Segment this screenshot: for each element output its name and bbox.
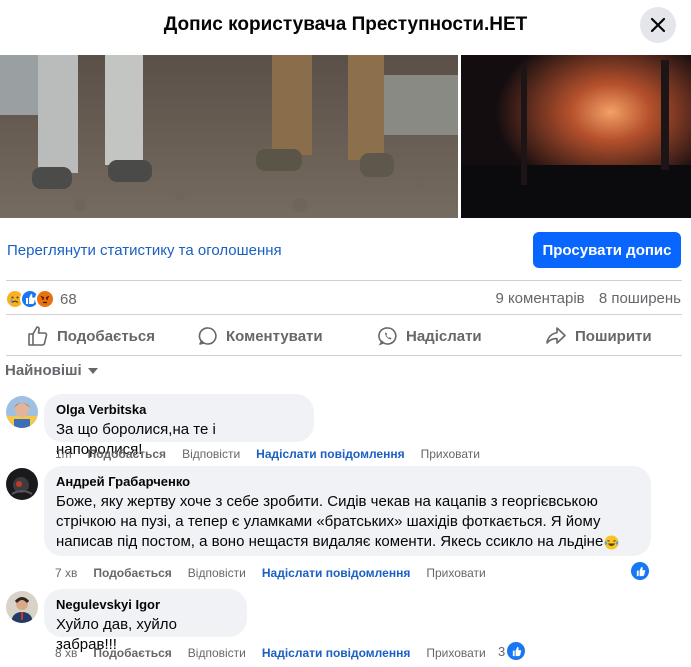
share-action-label: Поширити: [575, 327, 652, 345]
divider: [6, 314, 682, 315]
comment-like-badge-icon[interactable]: [631, 562, 649, 580]
comment-actions: 1m Подобається Відповісти Надіслати пові…: [55, 447, 496, 461]
comment-send-message-link[interactable]: Надіслати повідомлення: [256, 447, 404, 461]
post-photo-fire[interactable]: [461, 55, 691, 218]
reaction-count: 68: [60, 290, 77, 308]
post-photo-people[interactable]: [0, 55, 458, 218]
comment-reply-button[interactable]: Відповісти: [182, 447, 240, 461]
close-button[interactable]: [640, 7, 676, 43]
comment-action-button[interactable]: Коментувати: [198, 322, 323, 350]
comment-like-badge-icon[interactable]: [507, 642, 525, 660]
close-icon: [650, 17, 666, 33]
avatar[interactable]: [6, 468, 38, 500]
comment-send-message-link[interactable]: Надіслати повідомлення: [262, 566, 410, 580]
comment-author[interactable]: Андрей Грабарченко: [56, 474, 639, 490]
comment-actions: 7 хв Подобається Відповісти Надіслати по…: [55, 566, 502, 580]
comment-like-count: 3: [498, 644, 506, 659]
like-action-label: Подобається: [57, 327, 155, 345]
comment-actions: 8 хв Подобається Відповісти Надіслати по…: [55, 646, 502, 660]
send-action-label: Надіслати: [406, 327, 482, 345]
thumbs-up-icon: [28, 326, 48, 346]
comment-reply-button[interactable]: Відповісти: [188, 646, 246, 660]
comment-bubble: Negulevskyi Igor Хуйло дав, хуйло забрав…: [44, 589, 247, 653]
boost-post-button[interactable]: Просувати допис: [533, 232, 681, 268]
comment-text: Боже, яку жертву хоче з себе зробити. Си…: [56, 492, 639, 552]
comment-time[interactable]: 8 хв: [55, 646, 77, 660]
comment-time[interactable]: 7 хв: [55, 566, 77, 580]
comment-like-button[interactable]: Подобається: [93, 646, 171, 660]
post-photos: [0, 55, 691, 218]
laughing-emoji-icon: [604, 535, 619, 550]
divider: [6, 355, 682, 356]
comment-like-button[interactable]: Подобається: [93, 566, 171, 580]
dialog-header: Допис користувача Преступности.НЕТ: [0, 0, 691, 54]
comment-hide-button[interactable]: Приховати: [426, 646, 485, 660]
comment-text-line: Боже, яку жертву хоче з себе зробити. Си…: [56, 493, 598, 510]
whatsapp-icon: [378, 327, 397, 346]
comment-author[interactable]: Olga Verbitska: [56, 402, 302, 418]
avatar[interactable]: [6, 396, 38, 428]
comment-text-line: написав під постом, а воно нещастя видал…: [56, 532, 639, 552]
comment-reply-button[interactable]: Відповісти: [188, 566, 246, 580]
reactions-summary[interactable]: 68: [5, 288, 77, 310]
sort-label: Найновіші: [5, 362, 82, 379]
comment-time[interactable]: 1m: [55, 447, 72, 461]
comment-like-button[interactable]: Подобається: [88, 447, 166, 461]
comment-send-message-link[interactable]: Надіслати повідомлення: [262, 646, 410, 660]
like-action-button[interactable]: Подобається: [27, 322, 155, 350]
comment-text-line: стрічкою на пузі, а тепер є уламками «бр…: [56, 513, 601, 530]
comment-sort-dropdown[interactable]: Найновіші: [5, 362, 98, 379]
stats-link[interactable]: Переглянути статистику та оголошення: [7, 242, 282, 259]
engagement-counts: 9 коментарів 8 поширень: [495, 290, 681, 307]
angry-reaction-icon: [35, 289, 55, 309]
comment-hide-button[interactable]: Приховати: [426, 566, 485, 580]
comment-icon: [198, 327, 217, 345]
share-icon: [546, 327, 566, 344]
share-action-button[interactable]: Поширити: [545, 322, 652, 350]
dialog-title: Допис користувача Преступности.НЕТ: [163, 14, 528, 35]
comment-bubble: Андрей Грабарченко Боже, яку жертву хоче…: [44, 466, 651, 556]
caret-down-icon: [87, 367, 98, 374]
comment-bubble: Olga Verbitska За що боролися,на те і на…: [44, 394, 314, 458]
avatar[interactable]: [6, 591, 38, 623]
comment-text-line-content: написав під постом, а воно нещастя видал…: [56, 533, 604, 550]
send-action-button[interactable]: Надіслати: [378, 322, 482, 350]
shares-count[interactable]: 8 поширень: [599, 290, 681, 307]
comment-author[interactable]: Negulevskyi Igor: [56, 597, 235, 613]
comment-action-label: Коментувати: [226, 327, 323, 345]
comment-hide-button[interactable]: Приховати: [421, 447, 480, 461]
comments-count[interactable]: 9 коментарів: [495, 290, 584, 307]
divider: [6, 280, 682, 281]
